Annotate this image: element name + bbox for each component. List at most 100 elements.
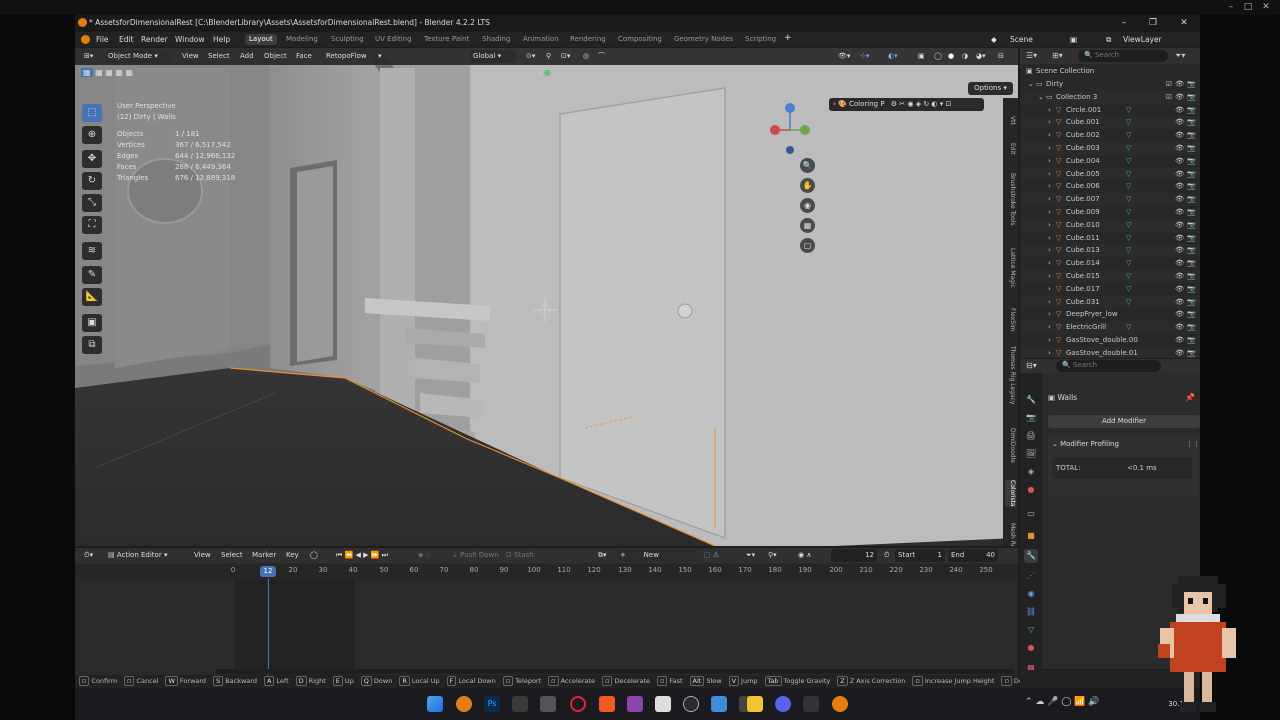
- object-tab-icon[interactable]: ■: [1024, 529, 1038, 543]
- visibility-eye-icon[interactable]: 👁: [1175, 104, 1184, 117]
- visibility-eye-icon[interactable]: 👁: [1175, 270, 1184, 283]
- minimize-button[interactable]: –: [1117, 17, 1131, 29]
- obs-icon[interactable]: [683, 696, 699, 712]
- timeline-menu-key[interactable]: Key: [283, 549, 302, 562]
- retopo-icons[interactable]: › ●: [538, 68, 551, 77]
- close-button[interactable]: ✕: [1177, 17, 1191, 29]
- expand-arrow-icon[interactable]: ›: [1048, 155, 1051, 168]
- coloring-panel[interactable]: › 🎨 Coloring P ⚙ ✂ ◉ ◈ ↻ ◐ ▾ ⊡: [829, 98, 984, 111]
- sidebar-tab-flexsim[interactable]: FlexSim: [1005, 308, 1016, 332]
- render-camera-icon[interactable]: 📷: [1187, 116, 1196, 129]
- action-editor-mode-dropdown[interactable]: ▤ Action Editor ▾: [105, 549, 170, 562]
- expand-arrow-icon[interactable]: ›: [1048, 206, 1051, 219]
- material-tab-icon[interactable]: ●: [1024, 641, 1038, 655]
- timeline-scrollbar[interactable]: [215, 669, 1015, 674]
- expand-arrow-icon[interactable]: ›: [1048, 116, 1051, 129]
- physics-tab-icon[interactable]: ◉: [1024, 587, 1038, 601]
- render-camera-icon[interactable]: 📷: [1187, 168, 1196, 181]
- push-down-button[interactable]: ⇣ Push Down: [449, 549, 502, 562]
- expand-arrow-icon[interactable]: ›: [1048, 296, 1051, 309]
- frame-ruler[interactable]: 0 20 30 40 50 60 70 80 90 100 110 120 130 140 150 160 17…: [75, 564, 1018, 578]
- extra-select-icon[interactable]: ▦: [125, 68, 133, 77]
- expand-arrow-icon[interactable]: ›: [1048, 219, 1051, 232]
- expand-arrow-icon[interactable]: ›: [1048, 270, 1051, 283]
- blender-menu-icon[interactable]: [81, 35, 90, 44]
- outliner-collection-row[interactable]: ⌄ ▭ Dirty ☑ 👁 📷: [1020, 78, 1200, 91]
- outliner-panel[interactable]: ☰▾ ⊞▾ 🔍 Search ⏷▾ ▣ Scene Collection ⌄ ▭ D…: [1020, 48, 1200, 358]
- render-camera-icon[interactable]: 📷: [1187, 78, 1196, 91]
- outliner-object-row[interactable]: › ▽ Cube.006 ▽ 👁 📷: [1020, 180, 1200, 193]
- outliner-display-icon[interactable]: ⊞▾: [1052, 51, 1063, 60]
- timeline-snap-icon[interactable]: ⚲▾: [765, 549, 780, 562]
- outliner-object-row[interactable]: › ▽ Circle.001 ▽ 👁 📷: [1020, 104, 1200, 117]
- render-camera-icon[interactable]: 📷: [1187, 180, 1196, 193]
- render-camera-icon[interactable]: 📷: [1187, 206, 1196, 219]
- tab-sculpting[interactable]: Sculpting: [327, 34, 368, 45]
- outliner-object-row[interactable]: › ▽ Cube.009 ▽ 👁 📷: [1020, 206, 1200, 219]
- render-camera-icon[interactable]: 📷: [1187, 321, 1196, 334]
- visibility-eye-icon[interactable]: 👁: [1175, 91, 1184, 104]
- mesh-data-icon[interactable]: ▽: [1126, 193, 1131, 206]
- outliner-object-row[interactable]: › ▽ Cube.001 ▽ 👁 📷: [1020, 116, 1200, 130]
- expand-arrow-icon[interactable]: ›: [1048, 257, 1051, 270]
- particles-tab-icon[interactable]: ⋰: [1024, 569, 1038, 583]
- playback-controls[interactable]: ⏮ ⏪ ◀ ▶ ⏩ ⏭: [333, 549, 391, 562]
- cursor-tool-icon[interactable]: ⊕: [82, 126, 102, 144]
- xray-icon[interactable]: ▣: [915, 50, 928, 63]
- sidebar-tab-lattice[interactable]: Lattice Magic: [1005, 248, 1016, 288]
- sidebar-tab-rig[interactable]: Thomas Rig Legacy: [1005, 346, 1016, 405]
- outliner-object-row[interactable]: › ▽ Cube.011 ▽ 👁 📷: [1020, 232, 1200, 245]
- face-select-icon[interactable]: ▦: [105, 68, 113, 77]
- photoshop-icon[interactable]: Ps: [484, 696, 500, 712]
- record-icon[interactable]: ◯: [307, 549, 321, 562]
- outliner-object-row[interactable]: › ▽ Cube.017 ▽ 👁 📷: [1020, 283, 1200, 296]
- axis-gizmo[interactable]: [765, 100, 815, 158]
- snap-target-icon[interactable]: ⊡▾: [558, 50, 573, 63]
- outliner-object-row[interactable]: › ▽ DeepFryer_low 👁 📷: [1020, 308, 1200, 321]
- outliner-object-row[interactable]: › ▽ Cube.010 ▽ 👁 📷: [1020, 218, 1200, 232]
- expand-arrow-icon[interactable]: ›: [1048, 308, 1051, 321]
- visibility-eye-icon[interactable]: 👁: [1175, 321, 1184, 334]
- mesh-data-icon[interactable]: ▽: [1126, 206, 1131, 219]
- collection-tab-icon[interactable]: ▭: [1024, 507, 1038, 521]
- visibility-eye-icon[interactable]: 👁: [1175, 257, 1184, 270]
- expand-arrow-icon[interactable]: ›: [1048, 180, 1051, 193]
- only-selected-icon[interactable]: ⬚ ⚠: [701, 549, 722, 562]
- outliner-object-row[interactable]: › ▽ GasStove_double.00 👁 📷: [1020, 334, 1200, 347]
- mode-dropdown[interactable]: Object Mode ▾: [105, 50, 170, 63]
- tool-tab-icon[interactable]: 🔧: [1024, 393, 1038, 407]
- 3d-viewport[interactable]: ⊞▾ Object Mode ▾ View Select Add Object …: [75, 48, 1018, 546]
- visibility-eye-icon[interactable]: 👁: [1175, 334, 1184, 347]
- render-camera-icon[interactable]: 📷: [1187, 155, 1196, 168]
- mesh-data-icon[interactable]: ▽: [1126, 296, 1131, 309]
- exclude-checkbox-icon[interactable]: ☑: [1166, 91, 1172, 104]
- expand-arrow-icon[interactable]: ›: [1048, 232, 1051, 245]
- visibility-eye-icon[interactable]: 👁: [1175, 308, 1184, 321]
- retopoflow-dropdown-icon[interactable]: ▾: [375, 50, 385, 63]
- blender-taskbar-icon-2[interactable]: [832, 696, 848, 712]
- zoom-icon[interactable]: 🔍: [800, 158, 815, 173]
- options-button[interactable]: Options ▾: [968, 82, 1013, 95]
- mesh-data-icon[interactable]: ▽: [1126, 129, 1131, 142]
- header-collapse-icon[interactable]: ⊟: [995, 50, 1007, 63]
- visibility-eye-icon[interactable]: 👁: [1175, 219, 1184, 232]
- sidebar-tab-vtt[interactable]: Vtt: [1005, 116, 1016, 125]
- scene-collection-row[interactable]: ▣ Scene Collection: [1020, 65, 1200, 78]
- visibility-icon[interactable]: 👁▾: [835, 50, 853, 63]
- sidebar-tab-brushstroke[interactable]: Brushstroke Tools: [1005, 173, 1016, 225]
- constraints-tab-icon[interactable]: ⛓: [1024, 605, 1038, 619]
- outliner-object-row[interactable]: › ▽ Cube.003 ▽ 👁 📷: [1020, 142, 1200, 155]
- tab-scripting[interactable]: Scripting: [741, 34, 780, 45]
- tab-shading[interactable]: Shading: [478, 34, 514, 45]
- visibility-eye-icon[interactable]: 👁: [1175, 142, 1184, 155]
- expand-arrow-icon[interactable]: ›: [1048, 347, 1051, 358]
- start-frame-field[interactable]: Start 1: [895, 549, 945, 562]
- mesh-data-icon[interactable]: ▽: [1126, 116, 1131, 129]
- playhead-line[interactable]: [268, 578, 269, 675]
- tab-animation[interactable]: Animation: [519, 34, 563, 45]
- visibility-eye-icon[interactable]: 👁: [1175, 116, 1184, 129]
- tab-modeling[interactable]: Modeling: [282, 34, 322, 45]
- sidebar-tab-dimidoodle[interactable]: DimiDoodle: [1005, 428, 1016, 463]
- camera-view-icon[interactable]: ◉: [800, 198, 815, 213]
- timeline-menu-marker[interactable]: Marker: [249, 549, 279, 562]
